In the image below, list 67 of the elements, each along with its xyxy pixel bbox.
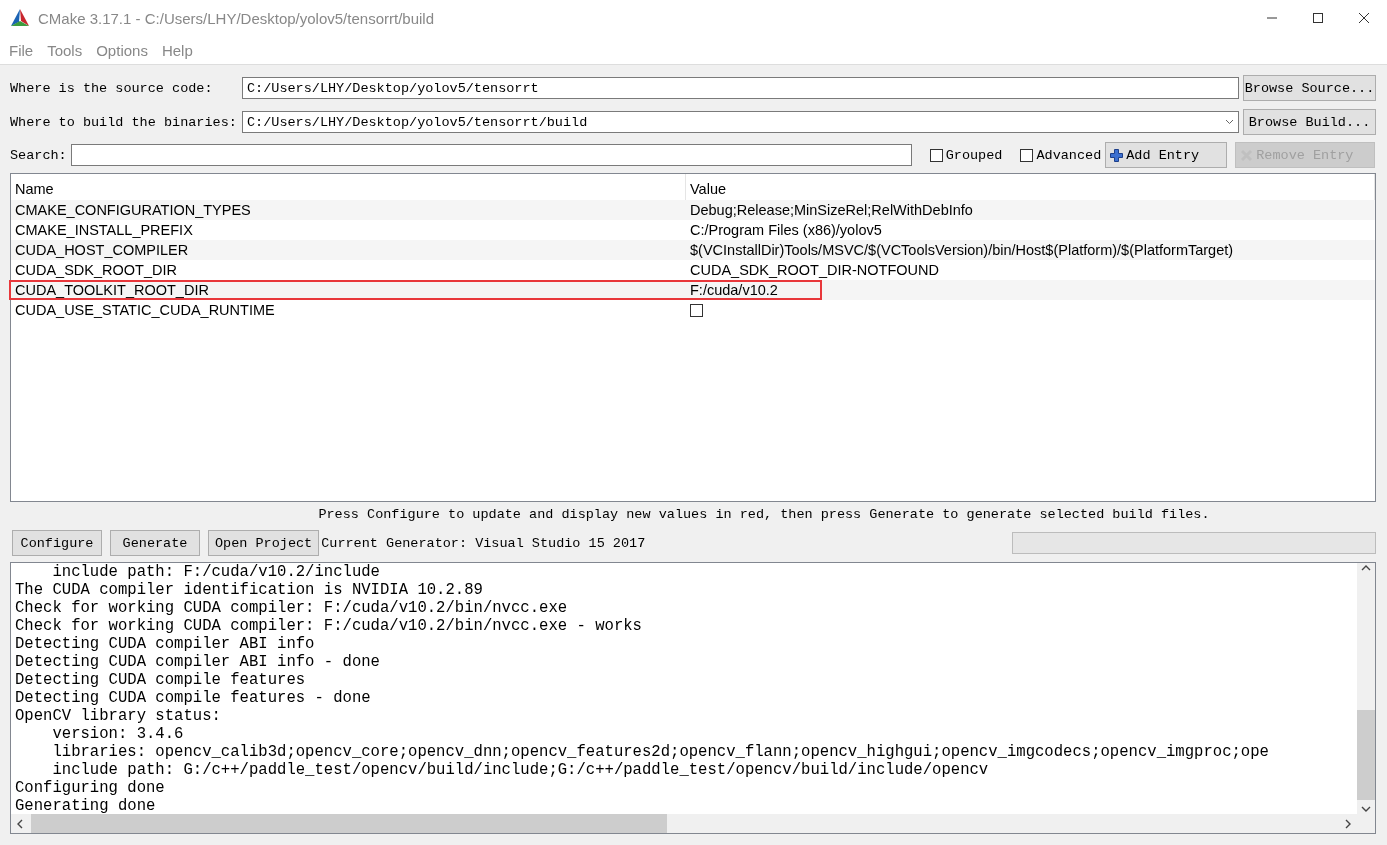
build-path-combobox[interactable]: C:/Users/LHY/Desktop/yolov5/tensorrt/build	[242, 111, 1239, 133]
path-label: Where is the source code:	[10, 80, 214, 96]
log-line: libraries: opencv_calib3d;opencv_core;opencv_dnn;opencv_features2d;opencv_flann;opencv_highgui;opencv_imgcodecs;opencv_imgproc;ope	[51, 743, 1270, 761]
table-cell-text: CUDA_HOST_COMPILER	[14, 242, 190, 258]
chevron-left-icon[interactable]	[15, 818, 25, 829]
action-button[interactable]: Generate	[110, 530, 200, 556]
log-line: Check for working CUDA compiler: F:/cuda/v10.2/bin/nvcc.exe - works	[15, 617, 643, 635]
add-entry-button[interactable]: Add Entry	[1105, 142, 1228, 168]
hint-text: Press Configure to update and display new values in red, then press Generate to generate selected build files.	[317, 507, 1211, 524]
chevron-down-icon[interactable]	[1361, 804, 1371, 814]
table-row[interactable]: CUDA_SDK_ROOT_DIR CUDA_SDK_ROOT_DIR-NOTFOUND	[11, 260, 1375, 280]
action-button[interactable]: Configure	[12, 530, 102, 556]
checkbox-label: Advanced	[1036, 147, 1102, 163]
menu-item[interactable]: Tools	[40, 41, 90, 59]
menu-item[interactable]: Options	[89, 41, 155, 59]
log-line: The CUDA compiler identification is NVIDIA 10.2.89	[15, 581, 484, 599]
log-line: Check for working CUDA compiler: F:/cuda/v10.2/bin/nvcc.exe	[15, 599, 569, 617]
checkbox[interactable]	[690, 303, 703, 317]
log-line: include path: G:/c++/paddle_test/opencv/build/include;G:/c++/paddle_test/opencv/build/include/opencv	[51, 761, 990, 779]
scrollbar-thumb[interactable]	[31, 814, 667, 833]
chevron-up-icon[interactable]	[1361, 563, 1371, 573]
close-icon	[1358, 12, 1370, 24]
log-line: include path: F:/cuda/v10.2/include	[51, 563, 381, 581]
log-line: OpenCV library status:	[15, 707, 222, 725]
table-cell-text: F:/cuda/v10.2	[689, 282, 779, 298]
window-title: CMake 3.17.1 - C:/Users/LHY/Desktop/yolov5/tensorrt/build	[38, 9, 435, 27]
table-cell-text: C:/Program Files (x86)/yolov5	[689, 222, 883, 238]
table-cell-text: CMAKE_CONFIGURATION_TYPES	[14, 202, 252, 218]
table-row[interactable]: CUDA_TOOLKIT_ROOT_DIR F:/cuda/v10.2	[11, 280, 1375, 300]
chevron-right-icon[interactable]	[1343, 818, 1353, 829]
app-logo-icon	[10, 8, 30, 28]
menu-item[interactable]: Help	[154, 41, 200, 59]
log-line: Detecting CUDA compile features - done	[15, 689, 372, 707]
checkbox[interactable]	[929, 148, 943, 162]
log-line: Detecting CUDA compiler ABI info - done	[15, 653, 381, 671]
browse-button[interactable]: Browse Build...	[1243, 109, 1376, 135]
table-cell-text: CUDA_SDK_ROOT_DIR-NOTFOUND	[689, 262, 940, 278]
plus-icon	[1110, 148, 1124, 162]
path-label: Where to build the binaries:	[10, 114, 238, 130]
table-cell-text: $(VCInstallDir)Tools/MSVC/$(VCToolsVersion)/bin/Host$(Platform)/$(PlatformTarget)	[689, 242, 1235, 258]
action-button[interactable]: Open Project	[208, 530, 320, 556]
search-field[interactable]	[70, 144, 912, 166]
table-row[interactable]: CUDA_HOST_COMPILER $(VCInstallDir)Tools/MSVC/$(VCToolsVersion)/bin/Host$(Platform)/$(PlatformTarget)	[11, 240, 1375, 260]
scrollbar-thumb[interactable]	[1357, 710, 1375, 800]
generator-label: Current Generator: Visual Studio 15 2017	[321, 535, 647, 551]
browse-button[interactable]: Browse Source...	[1243, 75, 1376, 101]
log-line: Detecting CUDA compile features	[15, 671, 307, 689]
log-line: version: 3.4.6	[51, 725, 185, 743]
search-label: Search:	[10, 147, 67, 163]
checkbox[interactable]	[1020, 148, 1034, 162]
menu-item[interactable]: File	[2, 41, 41, 59]
source-path-field[interactable]: C:/Users/LHY/Desktop/yolov5/tensorrt	[242, 77, 1239, 99]
table-cell-text: CUDA_TOOLKIT_ROOT_DIR	[14, 282, 210, 298]
maximize-icon	[1312, 12, 1324, 24]
log-line: Generating done	[15, 797, 157, 814]
log-line: Detecting CUDA compiler ABI info	[15, 635, 316, 653]
log-line: Configuring done	[15, 779, 166, 797]
checkbox-label: Grouped	[945, 147, 1003, 163]
table-row[interactable]: CMAKE_CONFIGURATION_TYPES Debug;Release;MinSizeRel;RelWithDebInfo	[11, 200, 1375, 220]
chevron-down-icon	[1225, 119, 1234, 125]
table-row[interactable]: CUDA_USE_STATIC_CUDA_RUNTIME	[11, 300, 1375, 320]
table-cell-text: Debug;Release;MinSizeRel;RelWithDebInfo	[689, 202, 974, 218]
table-cell-text: CUDA_SDK_ROOT_DIR	[14, 262, 178, 278]
table-cell-text: CMAKE_INSTALL_PREFIX	[14, 222, 194, 238]
table-row[interactable]: CMAKE_INSTALL_PREFIX C:/Program Files (x86)/yolov5	[11, 220, 1375, 240]
table-cell-text: CUDA_USE_STATIC_CUDA_RUNTIME	[14, 302, 276, 318]
vertical-scrollbar[interactable]	[1357, 563, 1375, 814]
